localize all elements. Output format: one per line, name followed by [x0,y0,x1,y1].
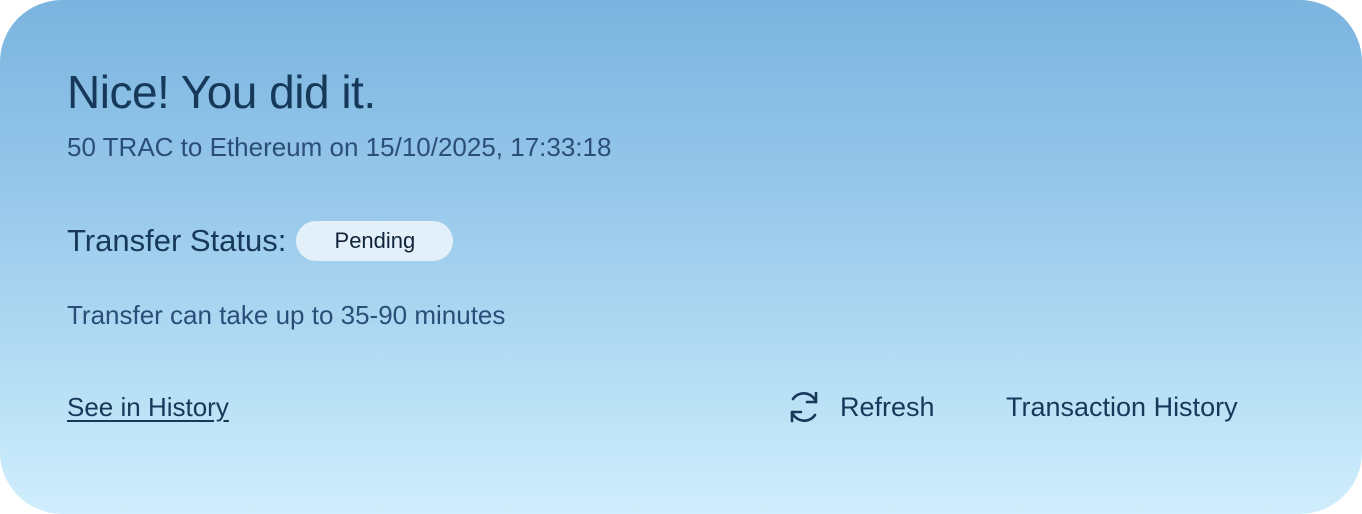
transfer-status-label: Transfer Status: [67,223,287,258]
transfer-success-card: Nice! You did it. 50 TRAC to Ethereum on… [0,0,1362,514]
transfer-status-row: Transfer Status: Pending [67,220,454,262]
refresh-icon [785,388,823,426]
success-title: Nice! You did it. [67,66,376,118]
refresh-label: Refresh [840,391,935,422]
see-in-history-link[interactable]: See in History [67,391,229,423]
transaction-history-button[interactable]: Transaction History [1006,391,1238,423]
transfer-duration-note: Transfer can take up to 35-90 minutes [67,300,506,330]
transfer-summary: 50 TRAC to Ethereum on 15/10/2025, 17:33… [67,132,612,162]
refresh-button[interactable]: Refresh [785,387,935,427]
status-badge: Pending [296,221,454,261]
